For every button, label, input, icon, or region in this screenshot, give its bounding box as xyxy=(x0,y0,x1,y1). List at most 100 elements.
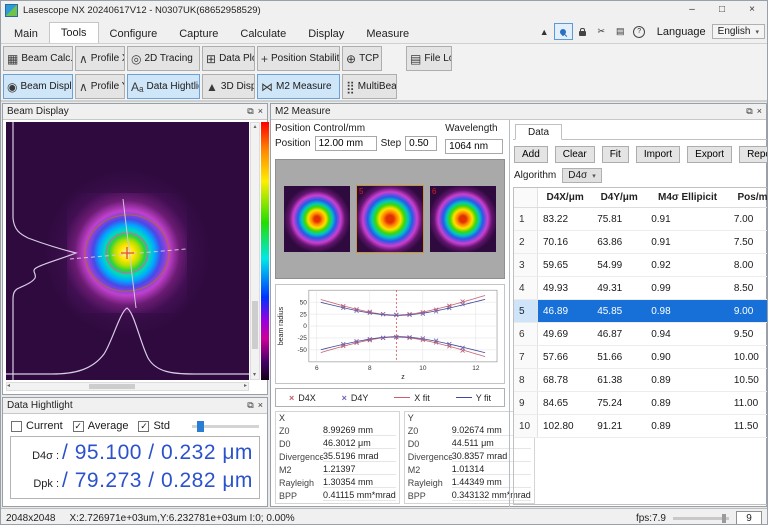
fit-button[interactable]: Fit xyxy=(602,146,629,163)
toolbar-button-data-hightlight[interactable]: AₐData Hightlight xyxy=(127,74,200,99)
menu-item-tools[interactable]: Tools xyxy=(49,22,99,43)
toolbar: ▦Beam Calc.∧Profile X◎2D Tracing⊞Data Pl… xyxy=(1,44,767,102)
table-header-index xyxy=(514,188,538,208)
scissors-icon[interactable]: ✂ xyxy=(592,23,611,40)
menu-item-configure[interactable]: Configure xyxy=(99,24,169,43)
highlight-slider[interactable] xyxy=(192,425,259,428)
table-cell: 0.89 xyxy=(646,369,729,392)
table-row-1[interactable]: 183.2275.810.917.00 xyxy=(514,208,768,231)
collapse-icon[interactable]: ▲ xyxy=(535,23,554,40)
svg-text:0: 0 xyxy=(303,323,307,330)
wavelength-input[interactable] xyxy=(445,139,503,154)
fps-slider[interactable] xyxy=(673,517,729,520)
frame-value-box[interactable]: 9 xyxy=(736,511,762,525)
algorithm-dropdown[interactable]: D4σ▾ xyxy=(562,168,601,183)
toolbar-button-file-log[interactable]: ▤File Log xyxy=(406,46,452,71)
legend-label: Y fit xyxy=(476,393,491,403)
fps-slider-thumb[interactable] xyxy=(722,514,726,523)
table-row-10[interactable]: 10102.8091.210.8911.50 xyxy=(514,415,768,438)
beam-image[interactable] xyxy=(6,122,249,380)
pin-icon[interactable] xyxy=(554,23,573,40)
table-cell: 54.99 xyxy=(592,254,646,277)
toolbar-button-beam-display[interactable]: ◉Beam Display xyxy=(3,74,73,99)
minimize-button[interactable]: – xyxy=(677,1,707,19)
help-icon[interactable]: ? xyxy=(630,23,649,40)
restore-icon[interactable]: ⧉ xyxy=(247,106,253,117)
beam-thumbnail-1[interactable] xyxy=(284,186,350,252)
toolbar-button-multibeam[interactable]: ⣿MultiBeam xyxy=(342,74,397,99)
add-button[interactable]: Add xyxy=(514,146,548,163)
log-file-icon[interactable]: ▤ xyxy=(611,23,630,40)
checkbox-current[interactable]: Current xyxy=(11,420,63,432)
toolbar-button-2d-tracing[interactable]: ◎2D Tracing xyxy=(127,46,200,71)
svg-text:beam radius: beam radius xyxy=(278,306,285,345)
import-button[interactable]: Import xyxy=(636,146,680,163)
scroll-right-icon[interactable]: ▸ xyxy=(244,383,247,390)
horizontal-scrollbar[interactable]: ◂▸ xyxy=(6,382,249,391)
legend-item-x-fit: X fit xyxy=(394,393,430,403)
app-icon xyxy=(5,4,18,17)
toolbar-button-position-stability[interactable]: +Position Stability xyxy=(257,46,340,71)
scroll-up-icon[interactable]: ▴ xyxy=(251,123,259,131)
scroll-left-icon[interactable]: ◂ xyxy=(7,383,10,390)
table-row-5[interactable]: 546.8945.850.989.00 xyxy=(514,300,768,323)
table-row-3[interactable]: 359.6554.990.928.00 xyxy=(514,254,768,277)
toolbar-button-beam-calc[interactable]: ▦Beam Calc. xyxy=(3,46,73,71)
export-button[interactable]: Export xyxy=(687,146,732,163)
position-input[interactable] xyxy=(315,136,377,151)
menu-item-calculate[interactable]: Calculate xyxy=(229,24,297,43)
restore-icon[interactable]: ⧉ xyxy=(247,400,253,411)
checkbox-box[interactable]: ✓ xyxy=(138,421,149,432)
table-row-4[interactable]: 449.9349.310.998.50 xyxy=(514,277,768,300)
table-row-2[interactable]: 270.1663.860.917.50 xyxy=(514,231,768,254)
clear-button[interactable]: Clear xyxy=(555,146,595,163)
checkbox-box[interactable] xyxy=(11,421,22,432)
checkbox-average[interactable]: ✓Average xyxy=(73,420,129,432)
toolbar-button-tcp[interactable]: ⊕TCP xyxy=(342,46,382,71)
vertical-scrollbar[interactable]: ▴▾ xyxy=(250,122,260,380)
checkbox-box[interactable]: ✓ xyxy=(73,421,84,432)
checkbox-std[interactable]: ✓Std xyxy=(138,420,170,432)
step-input[interactable] xyxy=(405,136,437,151)
table-cell: 7.50 xyxy=(729,231,768,254)
highlight-slider-thumb[interactable] xyxy=(197,421,204,432)
toolbar-button-profile-x[interactable]: ∧Profile X xyxy=(75,46,125,71)
table-row-6[interactable]: 649.6946.870.949.50 xyxy=(514,323,768,346)
close-icon[interactable]: × xyxy=(258,400,263,411)
legend-line xyxy=(456,397,472,398)
language-dropdown[interactable]: English▾ xyxy=(712,24,765,39)
svg-text:8: 8 xyxy=(368,365,372,372)
table-row-9[interactable]: 984.6575.240.8911.00 xyxy=(514,392,768,415)
table-cell: 0.89 xyxy=(646,415,729,438)
report-button[interactable]: Report xyxy=(739,146,768,163)
fit-row-divergence: Divergence35.5196 mrad xyxy=(279,450,396,463)
toolbar-button-m2-measure[interactable]: ⋈M2 Measure xyxy=(257,74,340,99)
beam-thumbnail-3[interactable]: 6 xyxy=(430,186,496,252)
menu-item-main[interactable]: Main xyxy=(3,24,49,43)
close-icon[interactable]: × xyxy=(757,106,762,117)
toolbar-button-profile-y[interactable]: ∧Profile Y xyxy=(75,74,125,99)
tab-data[interactable]: Data xyxy=(515,124,562,140)
close-button[interactable]: × xyxy=(737,1,767,19)
table-row-8[interactable]: 868.7861.380.8910.50 xyxy=(514,369,768,392)
maximize-button[interactable]: □ xyxy=(707,1,737,19)
fit-label: BPP xyxy=(279,491,323,501)
window-controls: – □ × xyxy=(677,1,767,19)
scroll-down-icon[interactable]: ▾ xyxy=(253,371,256,379)
lock-icon[interactable] xyxy=(573,23,592,40)
table-header-d4y-m: D4Y/μm xyxy=(592,188,646,208)
table-row-7[interactable]: 757.6651.660.9010.00 xyxy=(514,346,768,369)
horizontal-scroll-thumb[interactable] xyxy=(89,384,135,389)
table-cell: 59.65 xyxy=(538,254,593,277)
menu-item-capture[interactable]: Capture xyxy=(168,24,229,43)
m2-measure-title: M2 Measure xyxy=(275,106,331,117)
close-icon[interactable]: × xyxy=(258,106,263,117)
menu-item-display[interactable]: Display xyxy=(297,24,355,43)
legend-item-y-fit: Y fit xyxy=(456,393,491,403)
restore-icon[interactable]: ⧉ xyxy=(746,106,752,117)
menu-item-measure[interactable]: Measure xyxy=(355,24,420,43)
toolbar-button-3d-display[interactable]: ▲3D Display xyxy=(202,74,255,99)
beam-thumbnail-2[interactable]: 5 xyxy=(357,186,423,252)
vertical-scroll-thumb[interactable] xyxy=(252,301,258,349)
toolbar-button-data-plot[interactable]: ⊞Data Plot xyxy=(202,46,255,71)
